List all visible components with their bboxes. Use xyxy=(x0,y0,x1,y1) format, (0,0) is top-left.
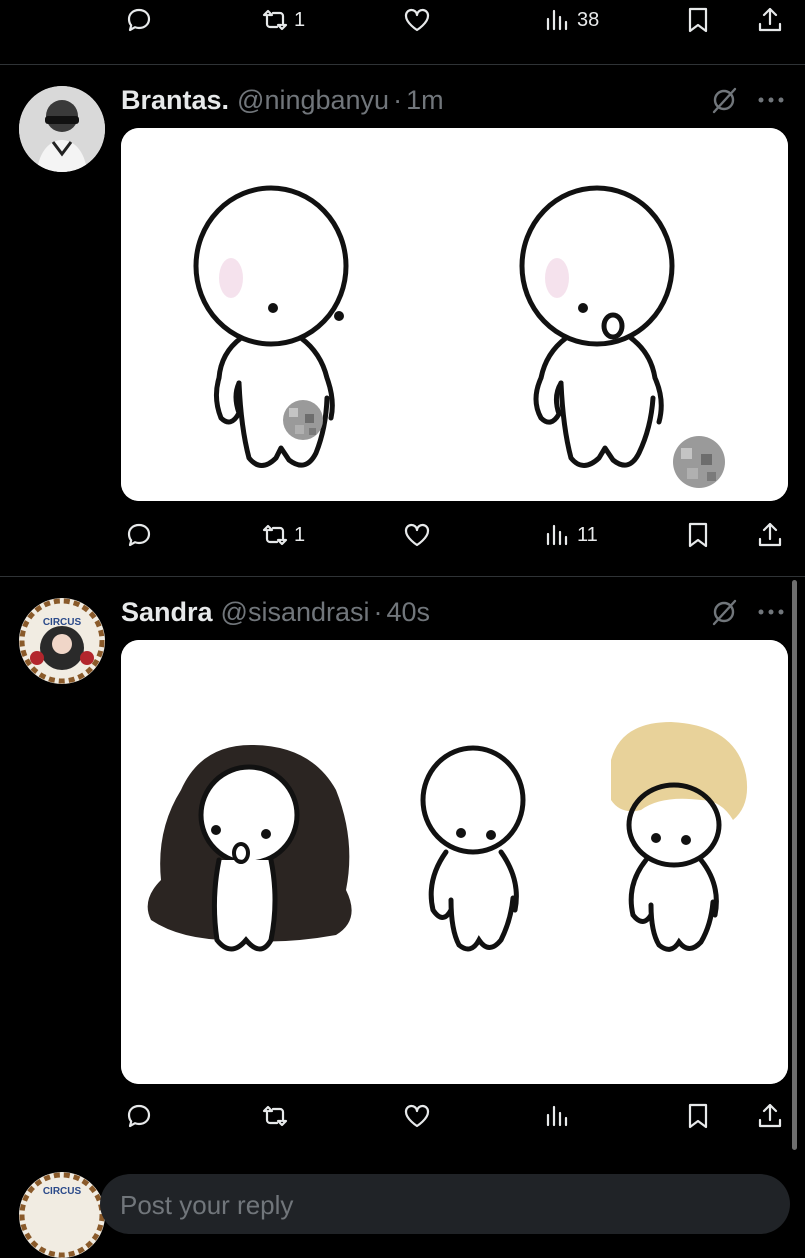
more-icon xyxy=(758,97,784,103)
separator: · xyxy=(373,596,383,627)
avatar[interactable]: CIRCUS xyxy=(19,598,105,684)
avatar-label: CIRCUS xyxy=(43,617,82,628)
more-icon xyxy=(758,609,784,615)
heart-icon xyxy=(404,8,430,32)
heart-icon xyxy=(404,1104,430,1128)
meme-drawing xyxy=(121,128,788,501)
reply-icon xyxy=(127,523,151,547)
bookmark-button[interactable] xyxy=(683,520,713,550)
scrollbar[interactable] xyxy=(792,580,797,1150)
grok-icon xyxy=(712,87,737,114)
avatar-label: CIRCUS xyxy=(43,1186,82,1197)
user-handle[interactable]: @sisandrasi xyxy=(221,597,370,628)
share-icon xyxy=(758,7,782,32)
analytics-icon xyxy=(546,524,568,546)
grok-icon xyxy=(712,599,737,626)
composer-avatar[interactable]: CIRCUS xyxy=(19,1172,105,1258)
display-name[interactable]: Brantas. xyxy=(121,85,229,116)
analytics-icon xyxy=(546,9,568,31)
post-image[interactable] xyxy=(121,640,788,1084)
more-options-button[interactable] xyxy=(756,87,786,118)
divider xyxy=(0,576,805,577)
meme-drawing xyxy=(121,640,788,1084)
views-count: 38 xyxy=(577,8,600,31)
avatar[interactable] xyxy=(19,86,105,172)
retweet-icon xyxy=(262,1105,288,1127)
views-count: 11 xyxy=(577,523,598,546)
like-button[interactable] xyxy=(402,1101,436,1131)
separator: · xyxy=(393,84,403,115)
grok-button[interactable] xyxy=(709,85,739,120)
reply-input[interactable]: Post your reply xyxy=(100,1174,790,1234)
avatar-circus-badge: CIRCUS xyxy=(19,598,105,684)
reply-placeholder: Post your reply xyxy=(120,1190,294,1220)
reply-button[interactable] xyxy=(124,5,154,35)
retweet-icon xyxy=(262,9,288,31)
divider xyxy=(0,64,805,65)
share-button[interactable] xyxy=(755,1101,785,1131)
share-button[interactable] xyxy=(755,5,785,35)
timestamp[interactable]: 1m xyxy=(406,85,444,116)
analytics-icon xyxy=(546,1105,568,1127)
share-icon xyxy=(758,1103,782,1128)
retweet-button[interactable]: 1 xyxy=(260,5,305,35)
bookmark-icon xyxy=(688,7,708,33)
reply-icon xyxy=(127,1104,151,1128)
bookmark-icon xyxy=(688,1103,708,1129)
share-button[interactable] xyxy=(755,520,785,550)
post-actions: 1 11 xyxy=(0,512,805,562)
views-button[interactable] xyxy=(543,1101,577,1131)
retweet-icon xyxy=(262,524,288,546)
display-name[interactable]: Sandra xyxy=(121,597,213,628)
prev-post-actions: 1 38 xyxy=(0,0,805,50)
views-button[interactable]: 38 xyxy=(543,5,599,35)
retweet-count: 1 xyxy=(294,8,306,31)
reply-button[interactable] xyxy=(124,1101,158,1131)
grok-button[interactable] xyxy=(709,597,739,632)
retweet-count: 1 xyxy=(294,523,306,546)
post-actions xyxy=(0,1093,805,1143)
post-header: Sandra @sisandrasi · 40s xyxy=(121,592,430,632)
bookmark-button[interactable] xyxy=(683,1101,713,1131)
post-header: Brantas. @ningbanyu · 1m xyxy=(121,80,444,120)
avatar-photo xyxy=(19,86,105,172)
reply-icon xyxy=(127,8,151,32)
avatar-circus-badge: CIRCUS xyxy=(19,1172,105,1258)
views-button[interactable]: 11 xyxy=(543,520,598,550)
post-image[interactable] xyxy=(121,128,788,501)
retweet-button[interactable]: 1 xyxy=(260,520,305,550)
heart-icon xyxy=(404,523,430,547)
like-button[interactable] xyxy=(402,5,432,35)
like-button[interactable] xyxy=(402,520,436,550)
bookmark-button[interactable] xyxy=(683,5,713,35)
reply-button[interactable] xyxy=(124,520,158,550)
timestamp[interactable]: 40s xyxy=(387,597,431,628)
share-icon xyxy=(758,522,782,547)
user-handle[interactable]: @ningbanyu xyxy=(237,85,389,116)
more-options-button[interactable] xyxy=(756,599,786,630)
bookmark-icon xyxy=(688,522,708,548)
retweet-button[interactable] xyxy=(260,1101,294,1131)
